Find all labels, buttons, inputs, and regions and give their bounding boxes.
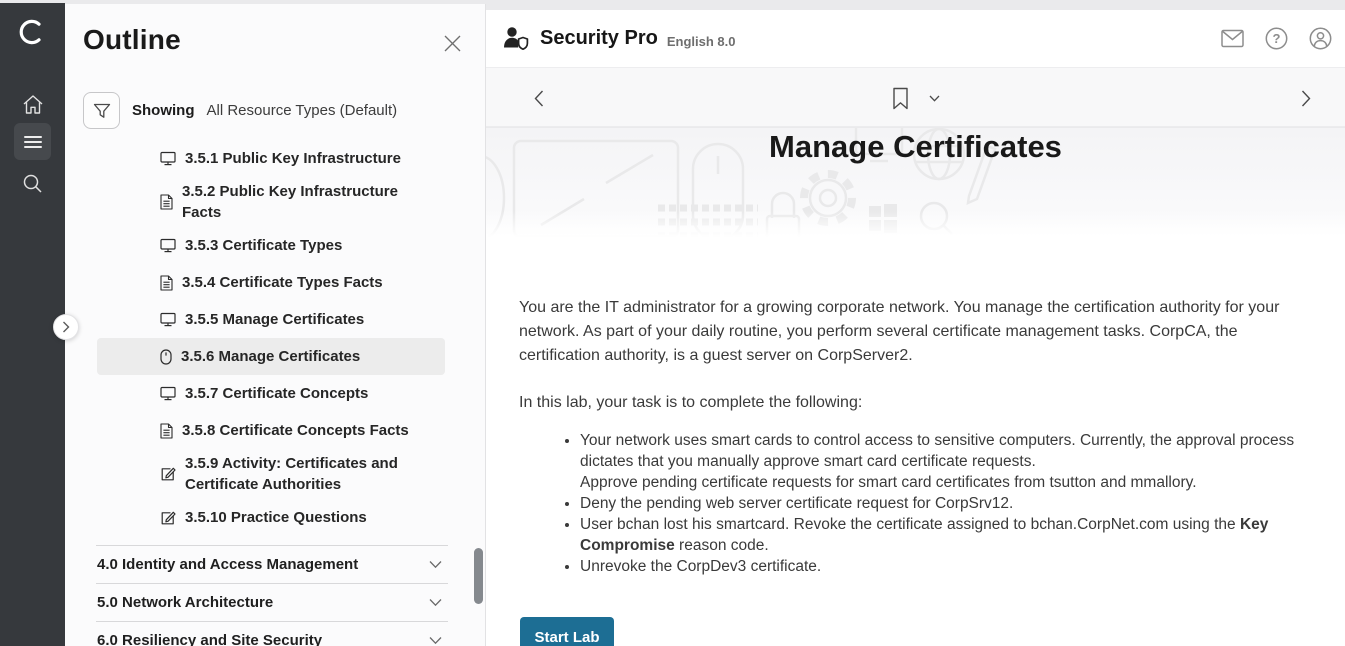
outline-item[interactable]: 3.5.1 Public Key Infrastructure — [97, 140, 445, 177]
outline-section[interactable]: 6.0 Resiliency and Site Security — [96, 621, 448, 646]
task-item: Your network uses smart cards to control… — [580, 430, 1303, 493]
mail-icon[interactable] — [1219, 26, 1245, 52]
outline-item-label: 3.5.6 Manage Certificates — [181, 346, 360, 367]
chevron-down-icon — [429, 556, 442, 574]
resource-filter-row: Showing All Resource Types (Default) — [83, 92, 397, 129]
task-item: Deny the pending web server certificate … — [580, 493, 1303, 514]
outline-item[interactable]: 3.5.3 Certificate Types — [97, 227, 445, 264]
outline-sections: 4.0 Identity and Access Management 5.0 Ne… — [96, 545, 448, 646]
chevron-down-icon — [429, 632, 442, 646]
product-title: Security Pro — [540, 27, 658, 50]
close-icon[interactable] — [441, 32, 463, 54]
chevron-right-icon — [1301, 90, 1311, 107]
task-intro-paragraph: In this lab, your task is to complete th… — [519, 391, 1303, 415]
outline-item[interactable]: 3.5.8 Certificate Concepts Facts — [97, 412, 445, 449]
filter-value: All Resource Types (Default) — [207, 102, 398, 119]
document-icon — [160, 194, 173, 210]
outline-section-label: 5.0 Network Architecture — [97, 594, 273, 611]
outline-section-label: 6.0 Resiliency and Site Security — [97, 632, 322, 646]
bookmark-dropdown-icon[interactable] — [929, 95, 940, 102]
main-header: Security Pro English 8.0 ? — [486, 10, 1345, 67]
chevron-left-icon — [534, 90, 544, 107]
funnel-icon — [93, 103, 111, 119]
outline-panel-title: Outline — [83, 24, 181, 56]
svg-text:?: ? — [1272, 31, 1280, 46]
outline-item[interactable]: 3.5.5 Manage Certificates — [97, 301, 445, 338]
outline-item[interactable]: 3.5.4 Certificate Types Facts — [97, 264, 445, 301]
panel-expand-button[interactable] — [53, 314, 79, 340]
outline-item-label: 3.5.1 Public Key Infrastructure — [185, 148, 401, 169]
account-icon[interactable] — [1307, 26, 1333, 52]
previous-lesson-button[interactable] — [534, 68, 544, 128]
outline-section-label: 4.0 Identity and Access Management — [97, 556, 358, 573]
scenario-paragraph: You are the IT administrator for a growi… — [519, 296, 1303, 368]
monitor-icon — [160, 312, 176, 327]
outline-scrollbar-thumb[interactable] — [474, 548, 483, 604]
mouse-icon — [160, 349, 172, 365]
main-area: Security Pro English 8.0 ? — [486, 0, 1345, 646]
next-lesson-button[interactable] — [1301, 68, 1311, 128]
outline-item-label: 3.5.10 Practice Questions — [185, 507, 367, 528]
task-item: User bchan lost his smartcard. Revoke th… — [580, 514, 1303, 556]
outline-item[interactable]: 3.5.6 Manage Certificates — [97, 338, 445, 375]
outline-item[interactable]: 3.5.2 Public Key Infrastructure Facts — [97, 177, 445, 227]
edit-icon — [160, 510, 176, 526]
home-icon[interactable] — [14, 86, 51, 123]
outline-item-label: 3.5.4 Certificate Types Facts — [182, 272, 383, 293]
document-icon — [160, 423, 173, 439]
outline-list: 3.5.1 Public Key Infrastructure 3.5.2 Pub… — [97, 140, 445, 536]
lab-description: You are the IT administrator for a growi… — [486, 237, 1345, 646]
start-lab-button[interactable]: Start Lab — [520, 617, 614, 646]
task-list: Your network uses smart cards to control… — [519, 430, 1303, 577]
search-icon[interactable] — [14, 165, 51, 202]
outline-item-label: 3.5.3 Certificate Types — [185, 235, 342, 256]
outline-panel: Outline Showing All Resource Types (Defa… — [65, 4, 486, 646]
outline-item[interactable]: 3.5.10 Practice Questions — [97, 499, 445, 536]
title-banner: Manage Certificates — [486, 128, 1345, 237]
brand-c-logo — [15, 15, 49, 49]
monitor-icon — [160, 238, 176, 253]
outline-item-label: 3.5.2 Public Key Infrastructure Facts — [182, 181, 425, 223]
lesson-navbar — [486, 67, 1345, 127]
edit-icon — [160, 466, 176, 482]
bookmark-icon[interactable] — [892, 87, 909, 110]
monitor-icon — [160, 386, 176, 401]
outline-item-label: 3.5.9 Activity: Certificates and Certifi… — [185, 453, 425, 495]
document-icon — [160, 275, 173, 291]
chevron-down-icon — [429, 594, 442, 612]
outline-item[interactable]: 3.5.7 Certificate Concepts — [97, 375, 445, 412]
monitor-icon — [160, 151, 176, 166]
person-shield-icon — [502, 25, 530, 52]
outline-section[interactable]: 5.0 Network Architecture — [96, 583, 448, 621]
page-title: Manage Certificates — [486, 128, 1345, 165]
filter-button[interactable] — [83, 92, 120, 129]
outline-section[interactable]: 4.0 Identity and Access Management — [96, 545, 448, 583]
product-brand: Security Pro English 8.0 — [502, 10, 735, 67]
task-item: Unrevoke the CorpDev3 certificate. — [580, 556, 1303, 577]
product-edition: English 8.0 — [667, 34, 736, 49]
outline-item-label: 3.5.7 Certificate Concepts — [185, 383, 368, 404]
help-icon[interactable]: ? — [1263, 26, 1289, 52]
outline-item-label: 3.5.8 Certificate Concepts Facts — [182, 420, 409, 441]
outline-item[interactable]: 3.5.9 Activity: Certificates and Certifi… — [97, 449, 445, 499]
outline-item-label: 3.5.5 Manage Certificates — [185, 309, 364, 330]
outline-menu-icon[interactable] — [14, 123, 51, 160]
showing-label: Showing — [132, 102, 195, 119]
